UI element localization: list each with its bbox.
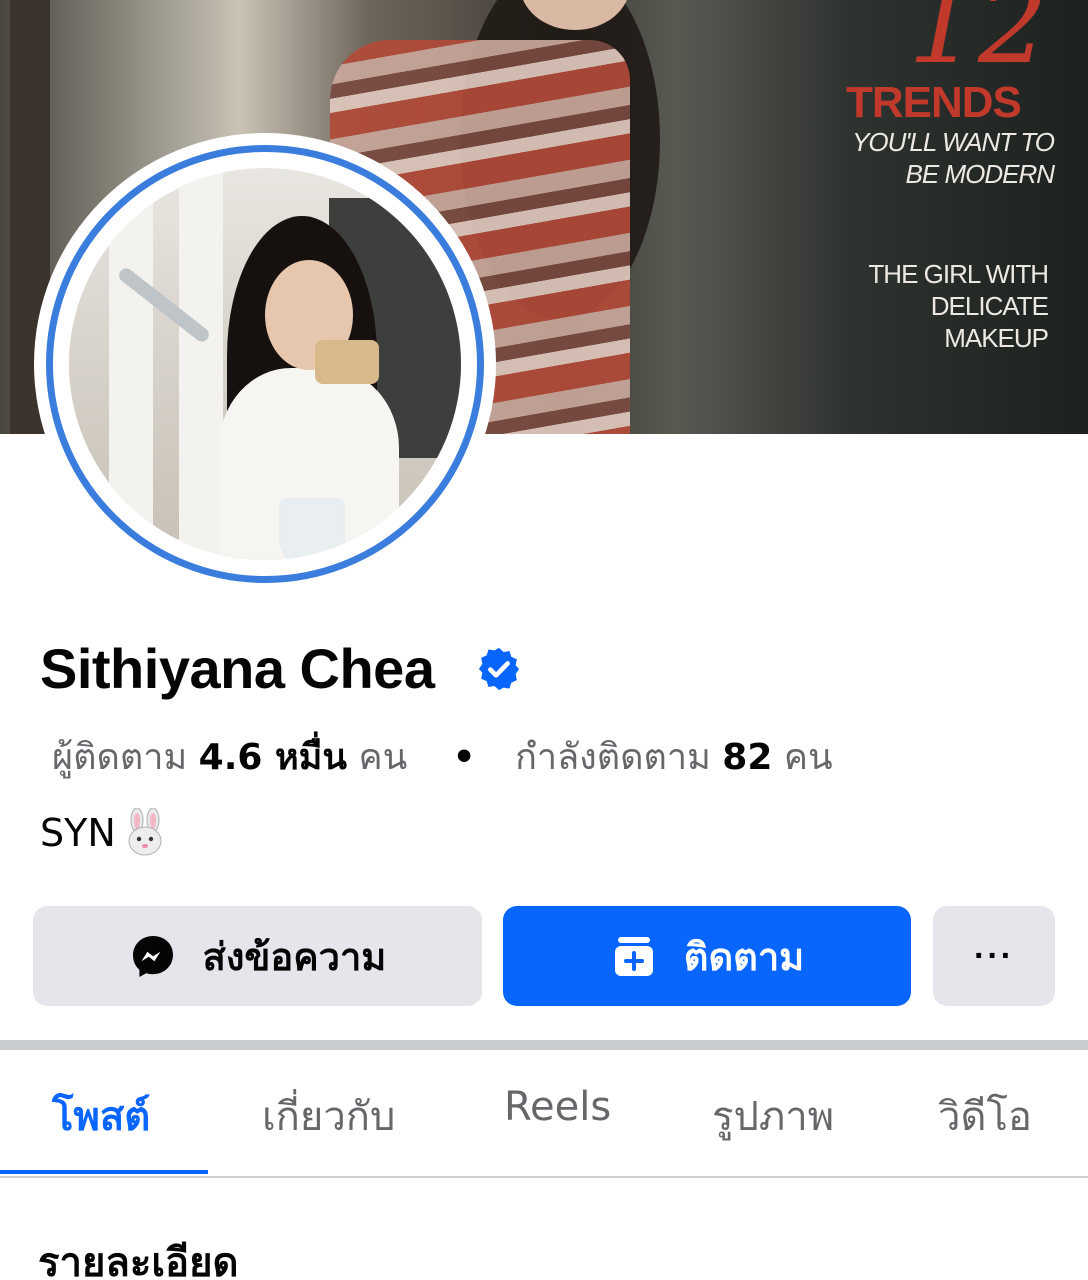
details-heading: รายละเอียด (38, 1240, 239, 1280)
cover-number: 12 (908, 0, 1048, 88)
profile-tabs: โพสต์ เกี่ยวกับ Reels รูปภาพ วิดีโอ (0, 1050, 1088, 1178)
following-label: กำลังติดตาม (515, 737, 711, 778)
avatar-glass (279, 498, 345, 560)
followers-unit: คน (358, 737, 408, 778)
follow-add-icon (614, 937, 653, 976)
profile-bio: SYN (40, 808, 170, 858)
tab-posts[interactable]: โพสต์ (52, 1084, 150, 1148)
tab-videos[interactable]: วิดีโอ (938, 1084, 1032, 1148)
follow-button-label: ติดตาม (683, 936, 805, 979)
cover-headline: TRENDS (846, 78, 1022, 127)
follow-button[interactable]: ติดตาม (503, 906, 911, 1006)
following-unit: คน (783, 737, 833, 778)
tab-reels[interactable]: Reels (504, 1084, 611, 1130)
stats-separator: • (452, 737, 476, 778)
avatar-bg-column (109, 168, 153, 560)
profile-stats: ผู้ติดตาม 4.6 หมื่น คน • กำลังติดตาม 82 … (52, 728, 833, 785)
message-button[interactable]: ส่งข้อความ (33, 906, 482, 1006)
avatar-bg-column (179, 168, 223, 560)
tab-about[interactable]: เกี่ยวกับ (262, 1084, 395, 1148)
section-divider (0, 1040, 1088, 1050)
cover-subline-2: THE GIRL WITH DELICATE MAKEUP (868, 259, 1049, 353)
verified-badge-icon (479, 647, 520, 690)
profile-name: Sithiyana Chea (40, 637, 435, 700)
avatar[interactable] (69, 168, 461, 560)
avatar-toast (315, 340, 379, 384)
followers-count[interactable]: 4.6 หมื่น (199, 737, 347, 778)
following-count[interactable]: 82 (722, 737, 772, 778)
active-tab-indicator (0, 1170, 208, 1174)
more-button[interactable]: ··· (933, 906, 1055, 1006)
followers-label: ผู้ติดตาม (52, 737, 188, 778)
cover-subline-1: YOU'LL WANT TO BE MODERN (852, 127, 1055, 189)
more-button-label: ··· (974, 936, 1014, 975)
rabbit-face-icon (128, 808, 162, 856)
messenger-icon (132, 936, 173, 977)
profile-name-row: Sithiyana Chea (40, 636, 522, 701)
message-button-label: ส่งข้อความ (202, 936, 387, 979)
tab-photos[interactable]: รูปภาพ (712, 1084, 834, 1148)
bio-text: SYN (40, 811, 116, 855)
